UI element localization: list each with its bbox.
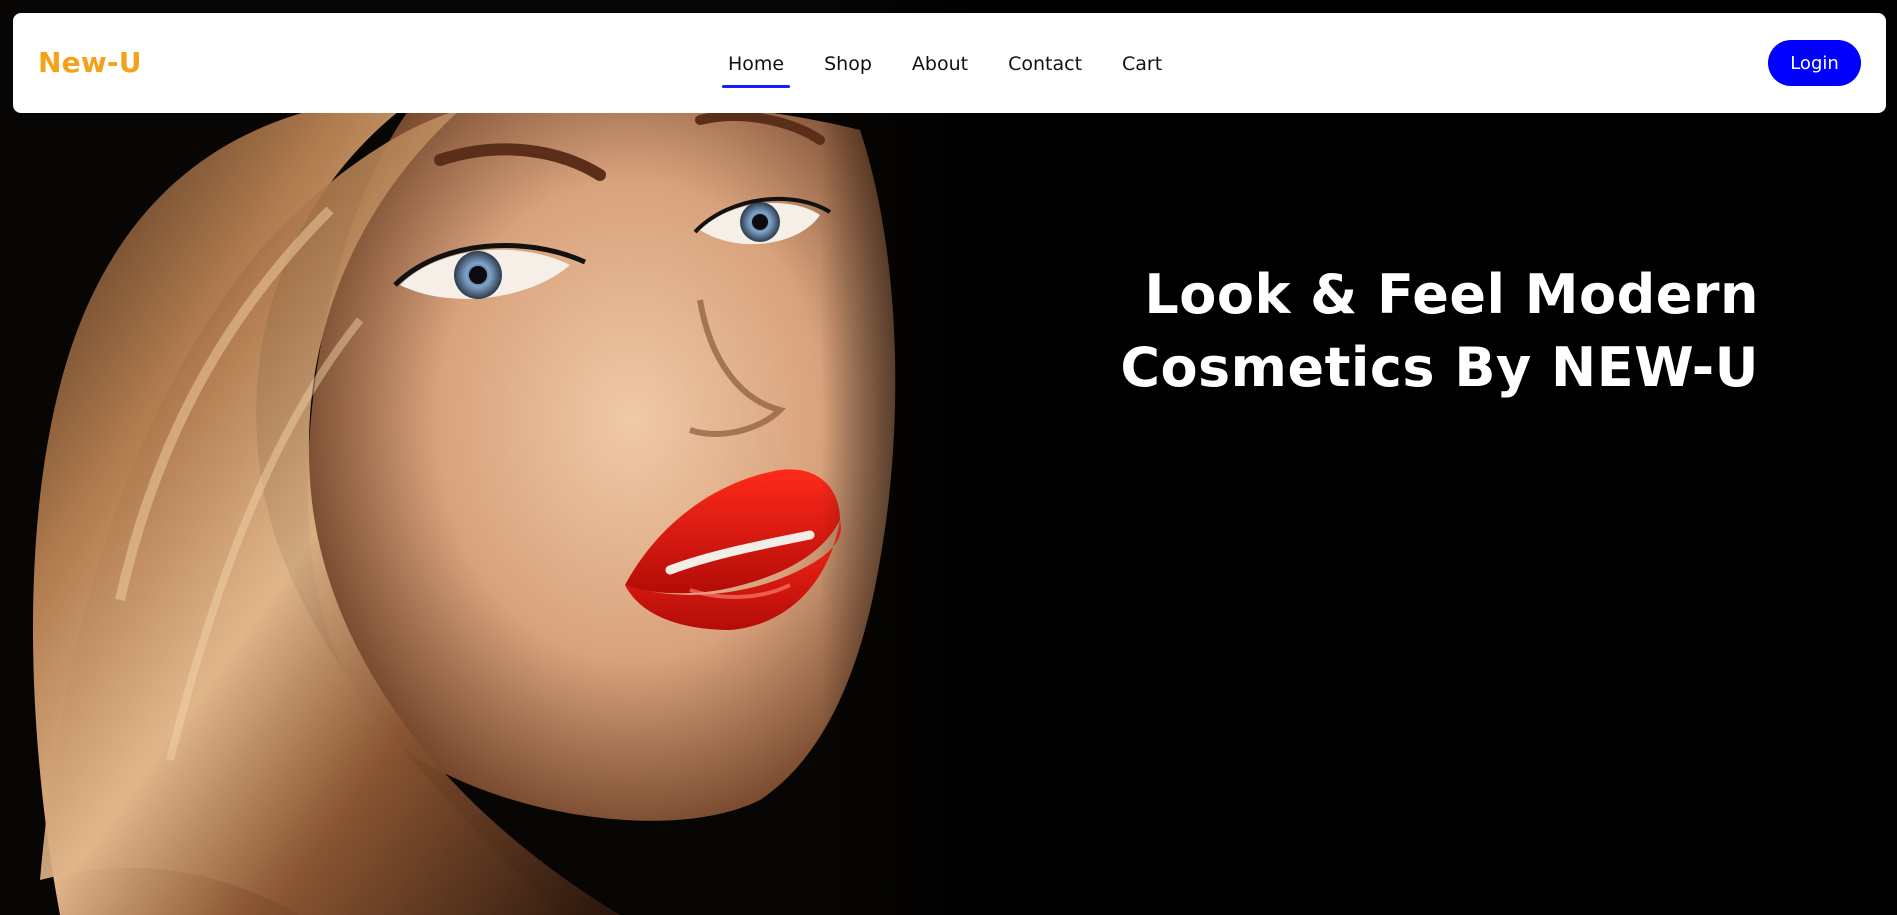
login-button[interactable]: Login	[1768, 40, 1861, 86]
hero-headline: Look & Feel Modern Cosmetics By NEW-U	[1059, 258, 1759, 404]
brand-logo[interactable]: New-U	[38, 13, 142, 113]
hero-headline-line2: Cosmetics By NEW-U	[1120, 336, 1759, 399]
hero-section: New-U Home Shop About Contact Cart Login…	[0, 0, 1897, 915]
nav-links: Home Shop About Contact Cart	[718, 13, 1192, 113]
nav-link-shop[interactable]: Shop	[814, 13, 882, 113]
hero-headline-line1: Look & Feel Modern	[1144, 263, 1759, 326]
hero-portrait-image	[0, 0, 980, 915]
nav-link-contact[interactable]: Contact	[998, 13, 1092, 113]
nav-link-home[interactable]: Home	[718, 13, 794, 113]
nav-link-cart[interactable]: Cart	[1112, 13, 1172, 113]
nav-link-about[interactable]: About	[902, 13, 978, 113]
top-navbar: New-U Home Shop About Contact Cart Login	[13, 13, 1886, 113]
